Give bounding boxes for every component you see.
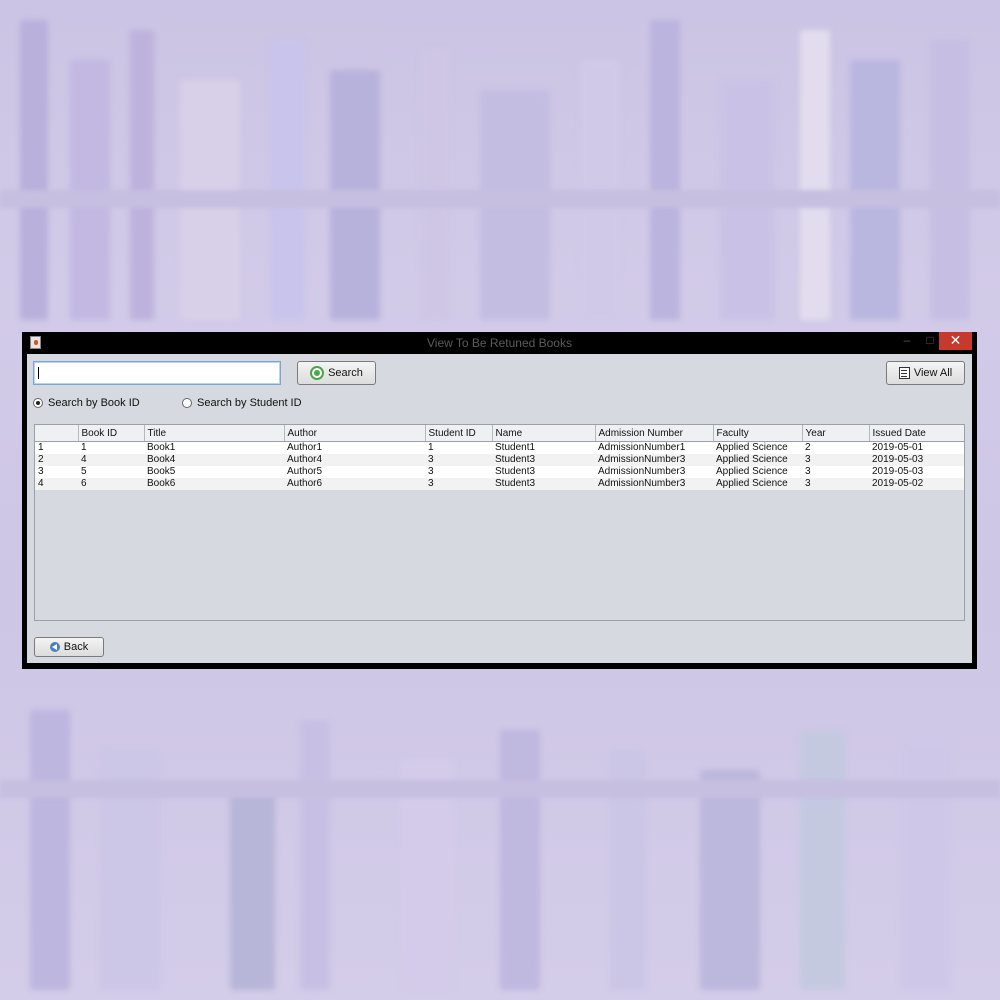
search-input[interactable]: [33, 361, 281, 385]
list-icon: [898, 367, 910, 379]
table-cell: Book1: [144, 441, 284, 454]
column-header[interactable]: Admission Number: [595, 425, 714, 442]
column-header[interactable]: Faculty: [713, 425, 803, 442]
table-cell: 3: [802, 478, 869, 490]
column-header[interactable]: Title: [144, 425, 285, 442]
window-title: View To Be Retuned Books: [427, 336, 572, 350]
table-cell: Book6: [144, 478, 284, 490]
table-cell: 2: [35, 454, 78, 466]
column-header[interactable]: Author: [284, 425, 426, 442]
table-row[interactable]: 3 5 Book5 Author5 3 Student3 AdmissionNu…: [35, 466, 964, 478]
back-button-label: Back: [63, 641, 89, 653]
table-cell: 2019-05-02: [869, 478, 964, 490]
column-header[interactable]: [35, 425, 79, 442]
table-cell: AdmissionNumber3: [595, 454, 713, 466]
table-cell: AdmissionNumber1: [595, 441, 713, 454]
table-cell: Author5: [284, 466, 425, 478]
table-cell: Student3: [492, 466, 595, 478]
table-cell: 2019-05-03: [869, 466, 964, 478]
table-cell: Applied Science: [713, 454, 802, 466]
table-cell: 5: [78, 466, 144, 478]
back-arrow-icon: [49, 642, 60, 652]
table-cell: 1: [425, 441, 492, 454]
table-cell: Applied Science: [713, 441, 802, 454]
table-cell: Author1: [284, 441, 425, 454]
table-cell: 2: [802, 441, 869, 454]
column-header[interactable]: Year: [802, 425, 870, 442]
close-button[interactable]: ✕: [939, 332, 972, 350]
table-cell: 3: [35, 466, 78, 478]
table-cell: 3: [802, 454, 869, 466]
table-cell: Applied Science: [713, 478, 802, 490]
table-cell: 6: [78, 478, 144, 490]
table-cell: 2019-05-03: [869, 454, 964, 466]
table-cell: 3: [425, 454, 492, 466]
view-all-button[interactable]: View All: [886, 361, 965, 385]
table-header-row: Book ID Title Author Student ID Name Adm…: [35, 425, 964, 442]
title-bar[interactable]: View To Be Retuned Books – □ ✕: [22, 332, 977, 354]
table-cell: 4: [78, 454, 144, 466]
table-cell: 3: [425, 478, 492, 490]
column-header[interactable]: Issued Date: [869, 425, 964, 442]
shelf-bottom: [0, 670, 1000, 1000]
search-button[interactable]: Search: [297, 361, 376, 385]
shelf-top: [0, 0, 1000, 330]
view-all-label: View All: [913, 367, 953, 379]
table-cell: Student1: [492, 441, 595, 454]
app-window: View To Be Retuned Books – □ ✕ Search Vi…: [22, 332, 977, 669]
window-content: Search View All Search by Book ID Search…: [27, 354, 972, 663]
table-cell: 3: [802, 466, 869, 478]
table-cell: Book4: [144, 454, 284, 466]
back-button[interactable]: Back: [34, 637, 104, 657]
column-header[interactable]: Name: [492, 425, 596, 442]
search-button-label: Search: [328, 367, 363, 379]
radio-label-book-id: Search by Book ID: [48, 397, 140, 409]
table-row[interactable]: 4 6 Book6 Author6 3 Student3 AdmissionNu…: [35, 478, 964, 490]
table-cell: Author6: [284, 478, 425, 490]
table-cell: Student3: [492, 478, 595, 490]
table-cell: Book5: [144, 466, 284, 478]
table-cell: Student3: [492, 454, 595, 466]
table-row[interactable]: 1 1 Book1 Author1 1 Student1 AdmissionNu…: [35, 441, 964, 454]
radio-search-by-student-id[interactable]: Search by Student ID: [182, 396, 302, 410]
search-icon: [310, 366, 325, 380]
table-cell: 2019-05-01: [869, 441, 964, 454]
table-cell: 3: [425, 466, 492, 478]
text-caret: [38, 367, 39, 379]
table-cell: AdmissionNumber3: [595, 478, 713, 490]
table-row[interactable]: 2 4 Book4 Author4 3 Student3 AdmissionNu…: [35, 454, 964, 466]
table-cell: Applied Science: [713, 466, 802, 478]
table-cell: 4: [35, 478, 78, 490]
table-cell: AdmissionNumber3: [595, 466, 713, 478]
radio-button-checked[interactable]: [33, 398, 43, 408]
table-cell: Author4: [284, 454, 425, 466]
column-header[interactable]: Student ID: [425, 425, 493, 442]
table-cell: 1: [78, 441, 144, 454]
column-header[interactable]: Book ID: [78, 425, 145, 442]
table-cell: 1: [35, 441, 78, 454]
radio-button-unchecked[interactable]: [182, 398, 192, 408]
radio-label-student-id: Search by Student ID: [197, 397, 302, 409]
books-table[interactable]: Book ID Title Author Student ID Name Adm…: [34, 424, 965, 621]
radio-search-by-book-id[interactable]: Search by Book ID: [33, 396, 140, 410]
